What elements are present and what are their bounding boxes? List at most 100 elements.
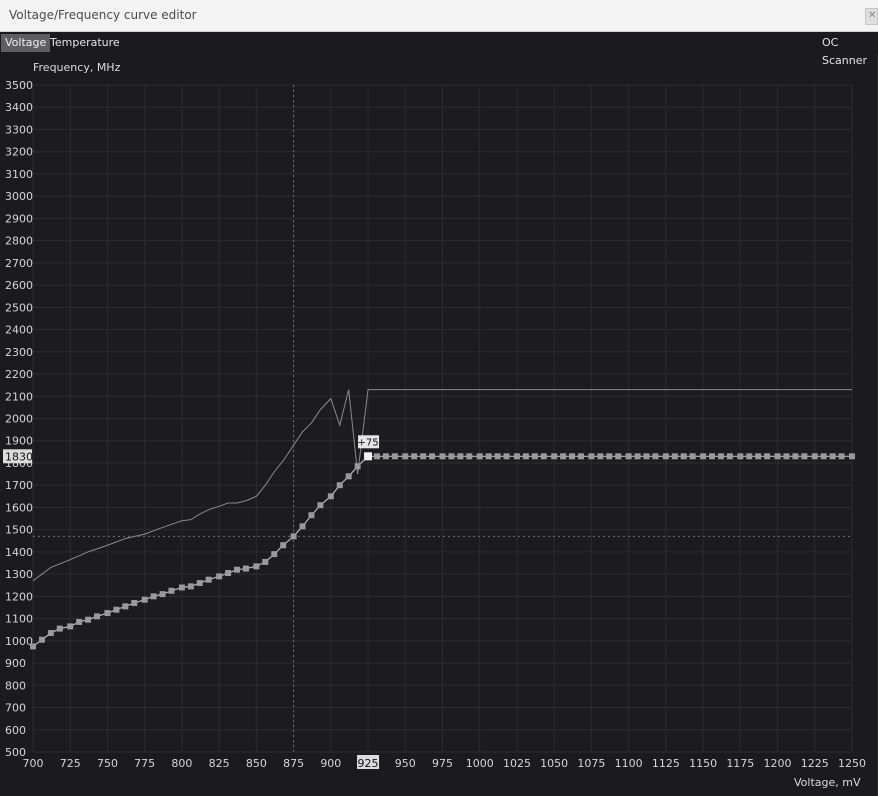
x-tick-label: 925 (358, 757, 379, 770)
curve-point (420, 453, 427, 460)
x-tick-label: 1150 (689, 757, 717, 770)
y-tick-label: 2100 (5, 390, 33, 403)
curve-point (597, 453, 604, 460)
curve-point (829, 453, 836, 460)
selected-curve-point (364, 452, 373, 461)
curve-point (700, 453, 707, 460)
curve-point (327, 493, 334, 500)
y-tick-label: 2600 (5, 279, 33, 292)
x-tick-label: 1100 (615, 757, 643, 770)
y-tick-label: 500 (5, 746, 26, 759)
y-tick-label: 1200 (5, 590, 33, 603)
curve-point (774, 453, 781, 460)
curve-point (234, 566, 241, 573)
curve-point (308, 512, 315, 519)
y-tick-label: 2900 (5, 212, 33, 225)
y-tick-label: 2300 (5, 346, 33, 359)
curve-point (280, 542, 287, 549)
curve-point (755, 453, 762, 460)
curve-point (448, 453, 455, 460)
x-tick-label: 850 (246, 757, 267, 770)
x-tick-label: 900 (320, 757, 341, 770)
y-tick-label: 1100 (5, 613, 33, 626)
curve-point (150, 593, 157, 600)
x-tick-label: 800 (171, 757, 192, 770)
x-tick-label: 1225 (801, 757, 829, 770)
curve-point (485, 453, 492, 460)
curve-point (606, 453, 613, 460)
curve-point (429, 453, 436, 460)
y-tick-label: 1700 (5, 479, 33, 492)
curve-point (820, 453, 827, 460)
y-tick-label: 2700 (5, 257, 33, 270)
vf-curve-chart[interactable]: 700 725 750 775 800 825 850 875 900 925 950 975 1000… (0, 0, 878, 796)
curve-point (178, 584, 185, 591)
x-tick-label: 750 (97, 757, 118, 770)
curve-point (476, 453, 483, 460)
y-tick-label: 800 (5, 679, 26, 692)
curve-point (811, 453, 818, 460)
y-tick-label: 3000 (5, 190, 33, 203)
curve-point (801, 453, 808, 460)
curve-point (503, 453, 510, 460)
curve-point (225, 570, 232, 577)
y-tick-label: 1400 (5, 546, 33, 559)
curve-point (737, 453, 744, 460)
y-tick-label: 2000 (5, 413, 33, 426)
curve-point (271, 551, 278, 558)
curve-point (792, 453, 799, 460)
curve-point (336, 482, 343, 489)
y-tick-label: 1600 (5, 501, 33, 514)
x-tick-label: 1175 (726, 757, 754, 770)
y-tick-label: 900 (5, 657, 26, 670)
curve-point (141, 596, 148, 603)
y-tick-label: 1500 (5, 524, 33, 537)
curve-point (764, 453, 771, 460)
y-tick-label: 1900 (5, 435, 33, 448)
curve-point (643, 453, 650, 460)
curve-point (402, 453, 409, 460)
curve-point (290, 533, 297, 540)
curve-point (849, 453, 855, 460)
curve-point (187, 583, 194, 590)
curve-point (709, 453, 716, 460)
curve-point (838, 453, 845, 460)
x-tick-label: 975 (432, 757, 453, 770)
curve-point (466, 453, 473, 460)
curve-point (625, 453, 632, 460)
curve-point (457, 453, 464, 460)
x-tick-label: 825 (209, 757, 230, 770)
curve-point (726, 453, 733, 460)
y-tick-label: 2800 (5, 235, 33, 248)
curve-point (76, 618, 83, 625)
curve-point (196, 580, 203, 587)
curve-point (577, 453, 584, 460)
y-tick-label: 2500 (5, 301, 33, 314)
curve-point (569, 453, 576, 460)
y-tick-label: 3100 (5, 168, 33, 181)
curve-point (159, 591, 166, 598)
curve-point (662, 453, 669, 460)
curve-point (56, 625, 63, 632)
x-tick-label: 1125 (652, 757, 680, 770)
curve-point (522, 453, 529, 460)
curve-point (652, 453, 659, 460)
curve-point (85, 616, 92, 623)
curve-point (113, 606, 120, 613)
curve-point (634, 453, 641, 460)
curve-point (122, 603, 129, 610)
offset-label: +75 (357, 437, 378, 448)
y-tick-label: 1000 (5, 635, 33, 648)
x-tick-label: 1025 (503, 757, 531, 770)
curve-point (615, 453, 622, 460)
x-tick-label: 1250 (838, 757, 866, 770)
curve-point (216, 573, 223, 580)
x-tick-label: 1200 (764, 757, 792, 770)
curve-point (345, 473, 352, 480)
x-tick-label: 875 (283, 757, 304, 770)
y-tick-label: 3400 (5, 101, 33, 114)
curve-point (131, 600, 138, 607)
y-tick-label: 700 (5, 702, 26, 715)
curve-point (439, 453, 446, 460)
curve-point (391, 453, 398, 460)
